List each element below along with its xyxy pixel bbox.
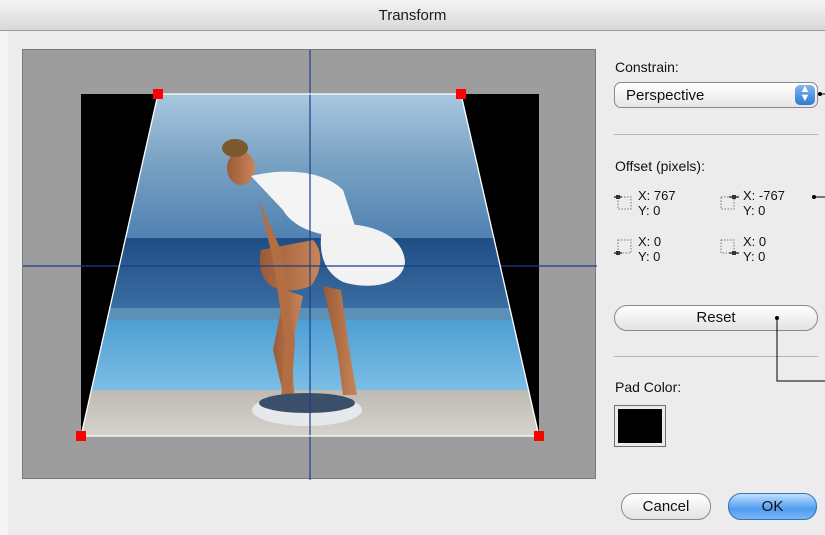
bottom-right-handle: [534, 431, 544, 441]
offset-x-value: X: 0: [743, 234, 767, 249]
offset-x-value: X: -767: [743, 188, 785, 203]
offset-y-value: Y: 0: [743, 249, 766, 264]
corner-bottom-left-icon: [614, 239, 632, 255]
offset-x-value: X: 767: [638, 188, 676, 203]
constrain-value: Perspective: [626, 87, 705, 104]
offset-bottom-left: X: 0 Y: 0: [614, 234, 704, 268]
ok-button[interactable]: OK: [728, 493, 817, 520]
separator: [614, 134, 818, 135]
bottom-left-handle: [76, 431, 86, 441]
window-edge: [0, 31, 8, 535]
offset-top-left: X: 767 Y: 0: [614, 188, 704, 222]
corner-top-left-icon: [614, 195, 632, 210]
constrain-select[interactable]: Perspective ▲ ▼: [614, 82, 818, 108]
corner-top-right-icon: [720, 195, 739, 210]
title-bar: Transform: [0, 0, 825, 31]
constrain-label: Constrain:: [615, 59, 679, 75]
pad-color-swatch[interactable]: [614, 405, 666, 447]
select-stepper-icon: ▲ ▼: [795, 84, 815, 105]
offset-top-right: X: -767 Y: 0: [719, 188, 809, 222]
pad-color-label: Pad Color:: [615, 379, 682, 395]
preview-svg: [23, 50, 597, 480]
reset-button[interactable]: Reset: [614, 305, 818, 331]
offset-label: Offset (pixels):: [615, 158, 705, 174]
offset-y-value: Y: 0: [743, 203, 766, 218]
top-left-handle: [153, 89, 163, 99]
corner-bottom-right-icon: [720, 239, 739, 255]
transform-dialog: Transform Constrain: Perspective ▲ ▼ Off…: [0, 0, 825, 535]
top-right-handle: [456, 89, 466, 99]
cancel-button[interactable]: Cancel: [621, 493, 711, 520]
transform-preview[interactable]: [22, 49, 597, 480]
offset-y-value: Y: 0: [638, 203, 661, 218]
offset-x-value: X: 0: [638, 234, 662, 249]
separator: [614, 356, 818, 357]
pad-color-fill: [618, 409, 662, 443]
window-title: Transform: [378, 7, 447, 24]
offset-bottom-right: X: 0 Y: 0: [719, 234, 809, 268]
offset-y-value: Y: 0: [638, 249, 661, 264]
